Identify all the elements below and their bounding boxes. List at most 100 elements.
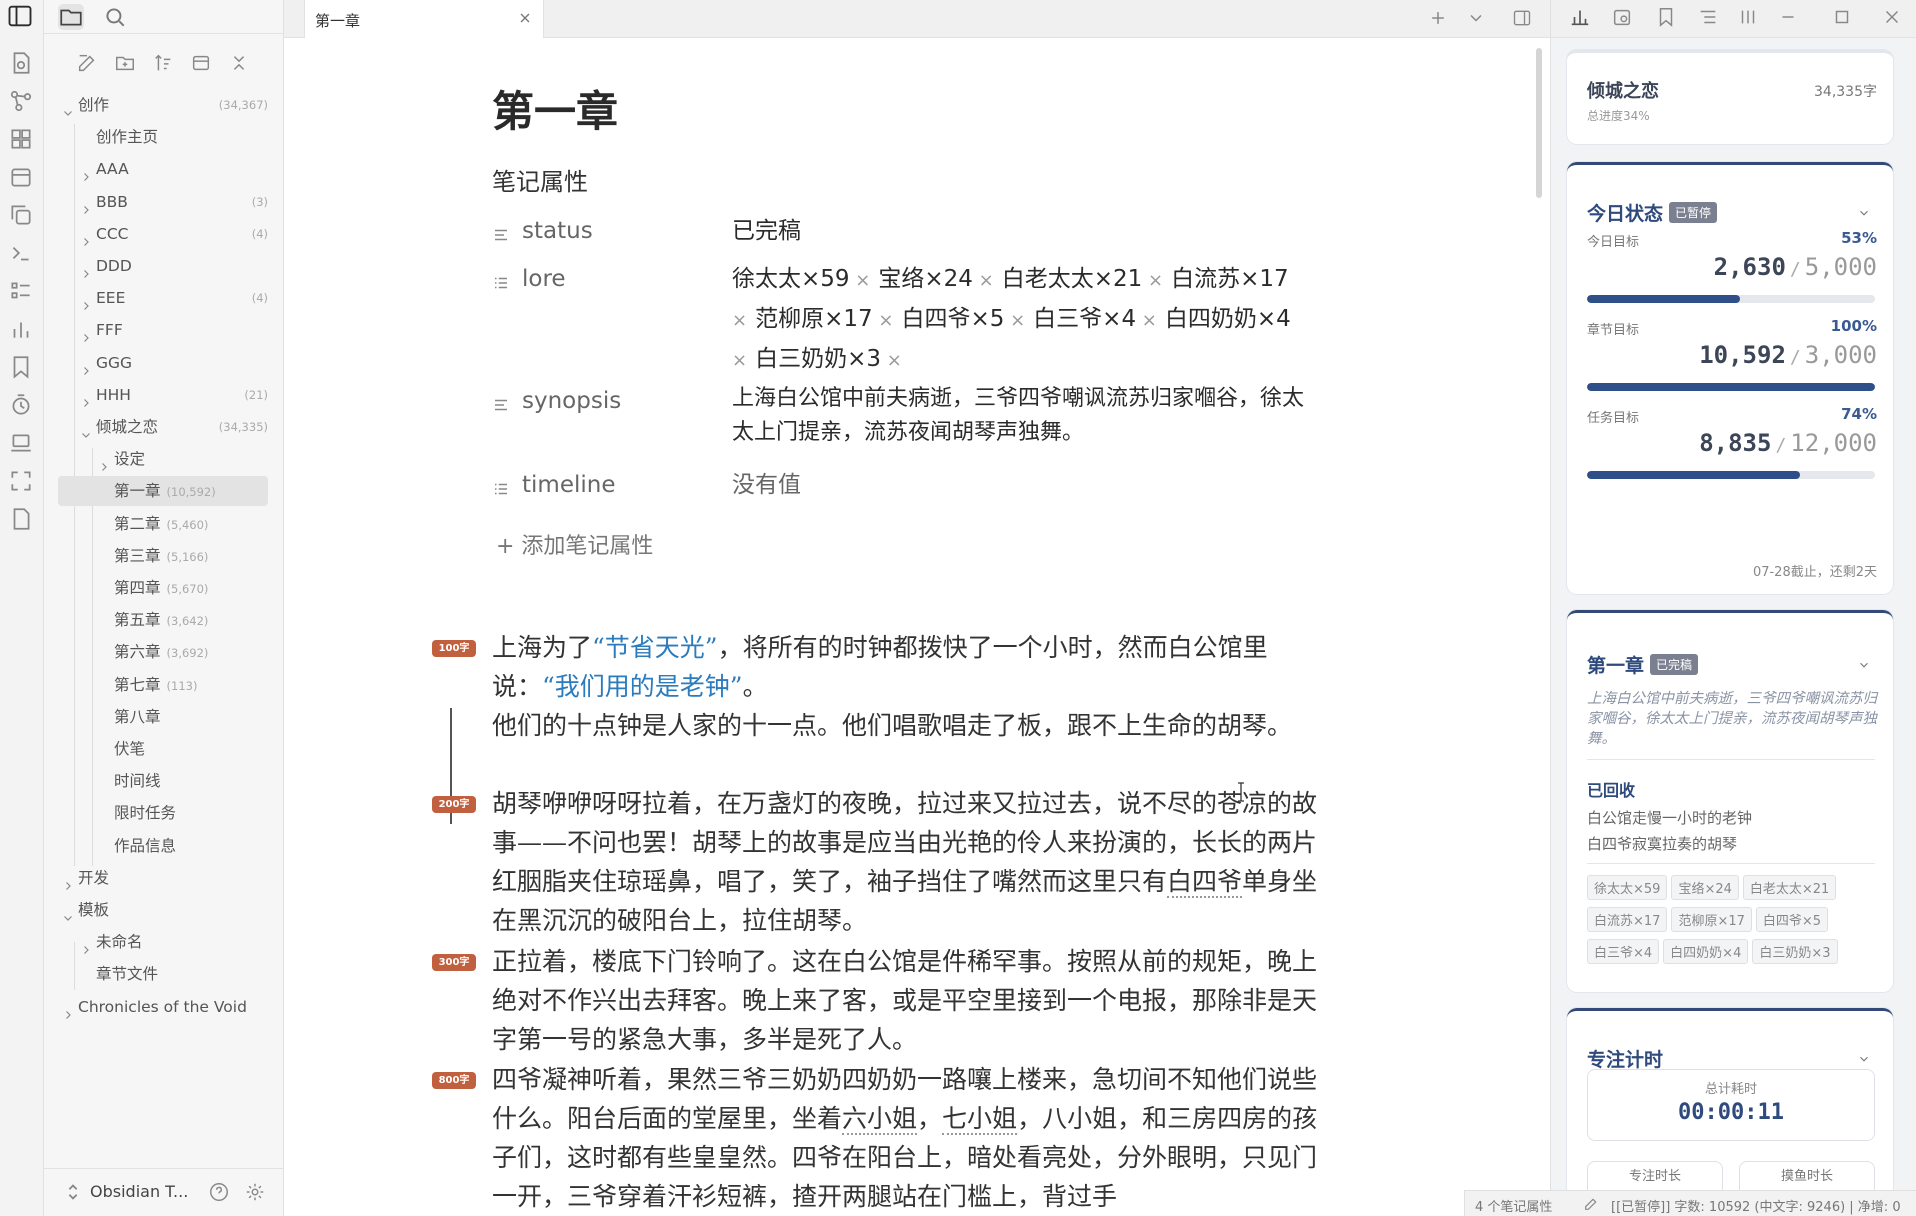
calendar-icon[interactable] xyxy=(8,164,34,190)
lore-chip[interactable]: 范柳原×17 xyxy=(755,306,873,332)
tree-item[interactable]: 创作主页 xyxy=(44,122,276,152)
properties-count[interactable]: 4 个笔记属性 xyxy=(1475,1196,1552,1215)
minimize-icon[interactable] xyxy=(1777,6,1799,28)
tree-item[interactable]: 第七章 (113) xyxy=(44,670,276,700)
property-value[interactable]: 没有值 xyxy=(732,466,1332,504)
chevron-right-icon[interactable] xyxy=(98,453,110,472)
character-tag[interactable]: 徐太太×59 xyxy=(1587,875,1668,900)
character-tag[interactable]: 白流苏×17 xyxy=(1587,907,1668,932)
stats-icon[interactable] xyxy=(1569,6,1591,28)
search-icon[interactable] xyxy=(102,4,128,30)
settings-gear-icon[interactable] xyxy=(244,1181,266,1203)
new-folder-icon[interactable] xyxy=(114,52,136,74)
tree-item[interactable]: FFF xyxy=(44,315,276,345)
tree-item[interactable]: 伏笔 xyxy=(44,734,276,764)
character-tag[interactable]: 白三奶奶×3 xyxy=(1752,939,1838,964)
property-key[interactable]: status xyxy=(522,218,593,244)
vault-name[interactable]: Obsidian T... xyxy=(90,1182,188,1201)
copy-icon[interactable] xyxy=(8,202,34,228)
close-window-icon[interactable] xyxy=(1881,6,1903,28)
character-tag[interactable]: 宝络×24 xyxy=(1671,875,1739,900)
tree-item[interactable]: 章节文件 xyxy=(44,959,276,989)
note-icon[interactable] xyxy=(8,506,34,532)
property-value[interactable]: 已完稿 xyxy=(732,212,1332,250)
lore-chip[interactable]: 白三奶奶×3 xyxy=(755,346,881,372)
timer-icon[interactable] xyxy=(8,392,34,418)
new-tab-icon[interactable] xyxy=(1428,8,1448,28)
remove-chip-icon[interactable]: × xyxy=(1142,270,1163,291)
tree-item[interactable]: BBB (3) xyxy=(44,187,276,217)
open-file-icon[interactable] xyxy=(8,50,34,76)
tree-item[interactable]: Chronicles of the Void xyxy=(44,992,276,1022)
chevron-down-icon[interactable] xyxy=(62,99,74,116)
right-sidebar-toggle-icon[interactable] xyxy=(1512,8,1532,28)
tree-item[interactable]: HHH (21) xyxy=(44,380,276,410)
tree-item[interactable]: 第二章 (5,460) xyxy=(44,509,276,539)
linked-term[interactable]: 六小姐 xyxy=(842,1104,918,1135)
tree-item[interactable]: CCC (4) xyxy=(44,219,276,249)
lore-chip[interactable]: 白三爷×4 xyxy=(1033,306,1136,332)
paragraph[interactable]: 他们的十点钟是人家的十一点。他们唱歌唱走了板，跟不上生命的胡琴。 xyxy=(492,706,1332,745)
tree-item[interactable]: DDD xyxy=(44,251,276,281)
chevron-down-icon[interactable] xyxy=(62,904,74,921)
chevron-right-icon[interactable] xyxy=(80,163,92,182)
lore-chip[interactable]: 白老太太×21 xyxy=(1002,266,1143,292)
property-key[interactable]: timeline xyxy=(522,472,615,498)
editor-scrollbar[interactable] xyxy=(1536,48,1542,198)
new-note-icon[interactable] xyxy=(76,52,98,74)
chevron-updown-icon[interactable] xyxy=(62,1181,84,1203)
chevron-right-icon[interactable] xyxy=(80,228,92,246)
outline-icon[interactable] xyxy=(1697,6,1719,28)
tree-item[interactable]: 倾城之恋 (34,335) xyxy=(44,412,276,442)
tree-item[interactable]: 第五章 (3,642) xyxy=(44,605,276,635)
tree-item[interactable]: 限时任务 xyxy=(44,798,276,828)
paragraph[interactable]: 胡琴咿咿呀呀拉着，在万盏灯的夜晚，拉过来又拉过去，说不尽的苍凉的故事——不问也罢… xyxy=(492,784,1332,940)
character-tag[interactable]: 白三爷×4 xyxy=(1587,939,1660,964)
tab-chapter-1[interactable]: 第一章 xyxy=(304,0,544,38)
lore-chip[interactable]: 白流苏×17 xyxy=(1171,266,1289,292)
editor[interactable]: 第一章 笔记属性 status 已完稿 lore 徐太太×59 × 宝络×24 ×… xyxy=(284,38,1550,1216)
laptop-icon[interactable] xyxy=(8,430,34,456)
character-tag[interactable]: 范柳原×17 xyxy=(1671,907,1752,932)
tree-item[interactable]: 模板 xyxy=(44,895,276,925)
chevron-right-icon[interactable] xyxy=(80,260,92,278)
tree-item[interactable]: 时间线 xyxy=(44,766,276,796)
columns-icon[interactable] xyxy=(1737,6,1759,28)
sort-icon[interactable] xyxy=(152,52,174,74)
tab-list-chevron-icon[interactable] xyxy=(1466,8,1486,28)
remove-chip-icon[interactable]: × xyxy=(732,350,747,371)
list-icon[interactable] xyxy=(8,278,34,304)
chevron-down-icon[interactable] xyxy=(1857,205,1871,219)
tree-item[interactable]: 第四章 (5,670) xyxy=(44,573,276,603)
tree-item[interactable]: 设定 xyxy=(44,444,276,474)
paragraph[interactable]: 正拉着，楼底下门铃响了。这在白公馆是件稀罕事。按照从前的规矩，晚上绝对不作兴出去… xyxy=(492,942,1332,1059)
bookmark-icon[interactable] xyxy=(8,354,34,380)
chevron-down-icon[interactable] xyxy=(1857,657,1871,671)
tree-item[interactable]: EEE (4) xyxy=(44,283,276,313)
tree-item[interactable]: 作品信息 xyxy=(44,831,276,861)
collapse-all-icon[interactable] xyxy=(228,52,250,74)
tree-item[interactable]: 第一章 (10,592) xyxy=(58,476,268,507)
calendar-clock-icon[interactable] xyxy=(1611,6,1633,28)
maximize-icon[interactable] xyxy=(1831,6,1853,28)
chevron-right-icon[interactable] xyxy=(80,196,92,214)
edit-pencil-icon[interactable] xyxy=(1583,1196,1599,1212)
lore-chip[interactable]: 白四奶奶×4 xyxy=(1165,306,1291,332)
remove-chip-icon[interactable]: × xyxy=(1004,310,1025,331)
chevron-right-icon[interactable] xyxy=(62,1001,74,1019)
character-tag[interactable]: 白四爷×5 xyxy=(1755,907,1829,932)
remove-chip-icon[interactable]: × xyxy=(881,350,902,371)
sidebar-toggle-icon[interactable] xyxy=(6,2,34,30)
vault-switcher[interactable]: Obsidian T... xyxy=(44,1168,284,1216)
tree-item[interactable]: 第八章 xyxy=(44,702,276,732)
remove-chip-icon[interactable]: × xyxy=(1136,310,1157,331)
property-value-list[interactable]: 徐太太×59 × 宝络×24 × 白老太太×21 × 白流苏×17 × 范柳原×17 ×… xyxy=(732,260,1312,380)
chevron-down-icon[interactable] xyxy=(1857,1051,1871,1065)
character-tag[interactable]: 白四奶奶×4 xyxy=(1663,939,1749,964)
graph-icon[interactable] xyxy=(8,88,34,114)
canvas-icon[interactable] xyxy=(8,126,34,152)
chevron-right-icon[interactable] xyxy=(80,357,92,375)
stats-icon[interactable] xyxy=(8,316,34,342)
folder-icon[interactable] xyxy=(58,4,84,30)
tree-item[interactable]: 未命名 xyxy=(44,927,276,957)
